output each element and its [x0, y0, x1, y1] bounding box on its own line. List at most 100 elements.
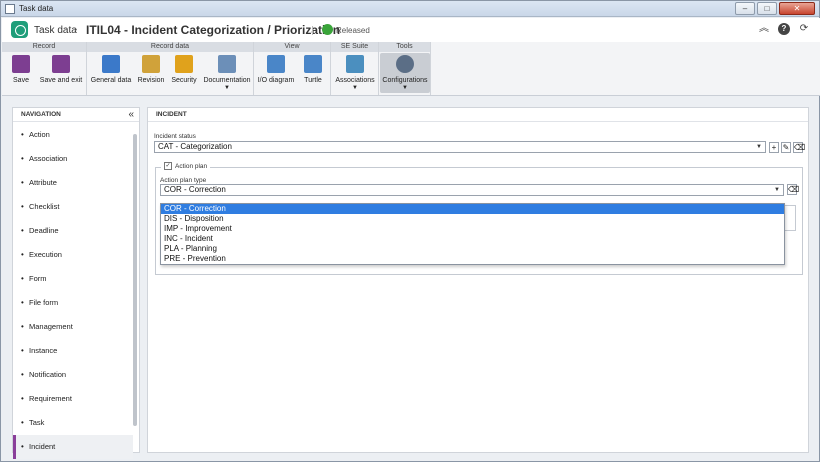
io-diagram-icon: [267, 55, 285, 73]
released-gear-icon: [322, 24, 333, 35]
save-exit-icon: [52, 55, 70, 73]
save-label: Save: [13, 77, 29, 84]
revision-icon: [142, 55, 160, 73]
revision-label: Revision: [137, 77, 165, 84]
save-and-exit-button[interactable]: Save and exit: [38, 55, 84, 84]
dropdown-option[interactable]: COR - Correction: [161, 204, 784, 214]
chevron-down-icon: ▼: [756, 144, 762, 150]
documentation-label: Documentation: [203, 77, 251, 84]
header-actions: ︽ ? ⟳: [758, 23, 810, 35]
help-icon[interactable]: ?: [778, 23, 790, 35]
edit-icon[interactable]: ✎: [781, 142, 791, 153]
gears-icon: [396, 55, 414, 73]
action-plan-label: Action plan: [175, 162, 208, 170]
dropdown-option[interactable]: PRE - Prevention: [161, 254, 784, 264]
close-button[interactable]: ✕: [779, 2, 815, 15]
associations-button[interactable]: Associations ▼: [333, 55, 377, 91]
action-plan-type-dropdown: COR - Correction DIS - Disposition IMP -…: [160, 203, 785, 265]
refresh-icon[interactable]: ⟳: [798, 23, 810, 35]
nav-item-execution[interactable]: Execution: [13, 243, 133, 267]
general-data-label: General data: [90, 77, 132, 84]
nav-item-checklist[interactable]: Checklist: [13, 195, 133, 219]
nav-item-notification[interactable]: Notification: [13, 363, 133, 387]
action-plan-checkbox[interactable]: ✓: [164, 162, 172, 170]
breadcrumb-separator: ›: [74, 24, 78, 35]
breadcrumb-root[interactable]: Task data: [34, 25, 77, 36]
action-plan-legend: ✓ Action plan: [161, 162, 211, 170]
dropdown-option[interactable]: DIS - Disposition: [161, 214, 784, 224]
clear-icon[interactable]: ⌫: [793, 142, 805, 153]
ribbon-toolbar: Record Save Save and exit Record data Ge…: [2, 42, 820, 96]
nav-item-incident[interactable]: Incident: [13, 435, 133, 459]
ribbon-group-se-suite: SE Suite Associations ▼: [331, 42, 379, 95]
suite-logo-icon: [11, 21, 28, 38]
header-divider: [312, 26, 313, 35]
dropdown-option[interactable]: PLA - Planning: [161, 244, 784, 254]
status-badge: Released: [336, 26, 370, 35]
maximize-button[interactable]: □: [757, 2, 777, 15]
revision-button[interactable]: Revision: [136, 55, 166, 84]
ribbon-group-title: Record: [2, 42, 86, 52]
save-exit-label: Save and exit: [39, 77, 83, 84]
action-plan-type-value: COR - Correction: [164, 185, 226, 194]
turtle-icon: [304, 55, 322, 73]
ribbon-group-title: SE Suite: [331, 42, 378, 52]
nav-item-action[interactable]: Action: [13, 123, 133, 147]
general-data-icon: [102, 55, 120, 73]
nav-item-task[interactable]: Task: [13, 411, 133, 435]
ribbon-group-tools: Tools Configurations ▼: [379, 42, 431, 95]
nav-item-file-form[interactable]: File form: [13, 291, 133, 315]
turtle-label: Turtle: [304, 77, 322, 84]
dropdown-arrow-icon: ▼: [352, 85, 358, 91]
turtle-button[interactable]: Turtle: [300, 55, 326, 84]
action-plan-type-select[interactable]: COR - Correction ▼: [160, 184, 784, 196]
add-button[interactable]: +: [769, 142, 779, 153]
navigation-panel: NAVIGATION « Action Association Attribut…: [12, 107, 140, 459]
nav-item-attribute[interactable]: Attribute: [13, 171, 133, 195]
key-icon: [175, 55, 193, 73]
navigation-list: Action Association Attribute Checklist D…: [13, 123, 133, 459]
dropdown-option[interactable]: IMP - Improvement: [161, 224, 784, 234]
record-title: ITIL04 - Incident Categorization / Prior…: [86, 23, 341, 37]
window-title: Task data: [19, 4, 54, 13]
documentation-button[interactable]: Documentation ▼: [202, 55, 252, 91]
associations-label: Associations: [335, 77, 375, 84]
nav-item-management[interactable]: Management: [13, 315, 133, 339]
save-button[interactable]: Save: [7, 55, 35, 84]
configurations-label: Configurations: [382, 77, 428, 84]
associations-icon: [346, 55, 364, 73]
clear-icon[interactable]: ⌫: [787, 184, 799, 195]
nav-item-requirement[interactable]: Requirement: [13, 387, 133, 411]
navigation-scrollbar[interactable]: [133, 134, 137, 426]
security-button[interactable]: Security: [169, 55, 199, 84]
minimize-button[interactable]: –: [735, 2, 755, 15]
ribbon-group-record-data: Record data General data Revision Securi…: [87, 42, 254, 95]
io-diagram-label: I/O diagram: [257, 77, 295, 84]
ribbon-group-title: Tools: [379, 42, 430, 52]
action-plan-type-label: Action plan type: [160, 177, 207, 184]
dropdown-arrow-icon: ▼: [402, 85, 408, 91]
panel-title: INCIDENT: [148, 108, 808, 122]
navigation-title: NAVIGATION: [13, 108, 139, 122]
dropdown-arrow-icon: ▼: [224, 85, 230, 91]
ribbon-group-title: View: [254, 42, 330, 52]
configurations-button[interactable]: Configurations ▼: [380, 53, 430, 93]
nav-item-deadline[interactable]: Deadline: [13, 219, 133, 243]
incident-status-select[interactable]: CAT - Categorization ▼: [154, 141, 766, 153]
record-header: Task data › ITIL04 - Incident Categoriza…: [2, 18, 820, 42]
ribbon-group-record: Record Save Save and exit: [2, 42, 87, 95]
ribbon-group-title: Record data: [87, 42, 253, 52]
nav-item-association[interactable]: Association: [13, 147, 133, 171]
dropdown-option[interactable]: INC - Incident: [161, 234, 784, 244]
general-data-button[interactable]: General data: [90, 55, 132, 84]
collapse-left-icon[interactable]: «: [128, 109, 134, 120]
nav-item-form[interactable]: Form: [13, 267, 133, 291]
title-bar: Task data – □ ✕: [1, 1, 819, 17]
chevron-down-icon: ▼: [774, 187, 780, 193]
nav-item-instance[interactable]: Instance: [13, 339, 133, 363]
incident-panel: INCIDENT Incident status CAT - Categoriz…: [147, 107, 809, 453]
incident-status-label: Incident status: [154, 133, 196, 140]
app-icon: [5, 4, 15, 14]
io-diagram-button[interactable]: I/O diagram: [257, 55, 295, 84]
collapse-up-icon[interactable]: ︽: [758, 23, 770, 35]
